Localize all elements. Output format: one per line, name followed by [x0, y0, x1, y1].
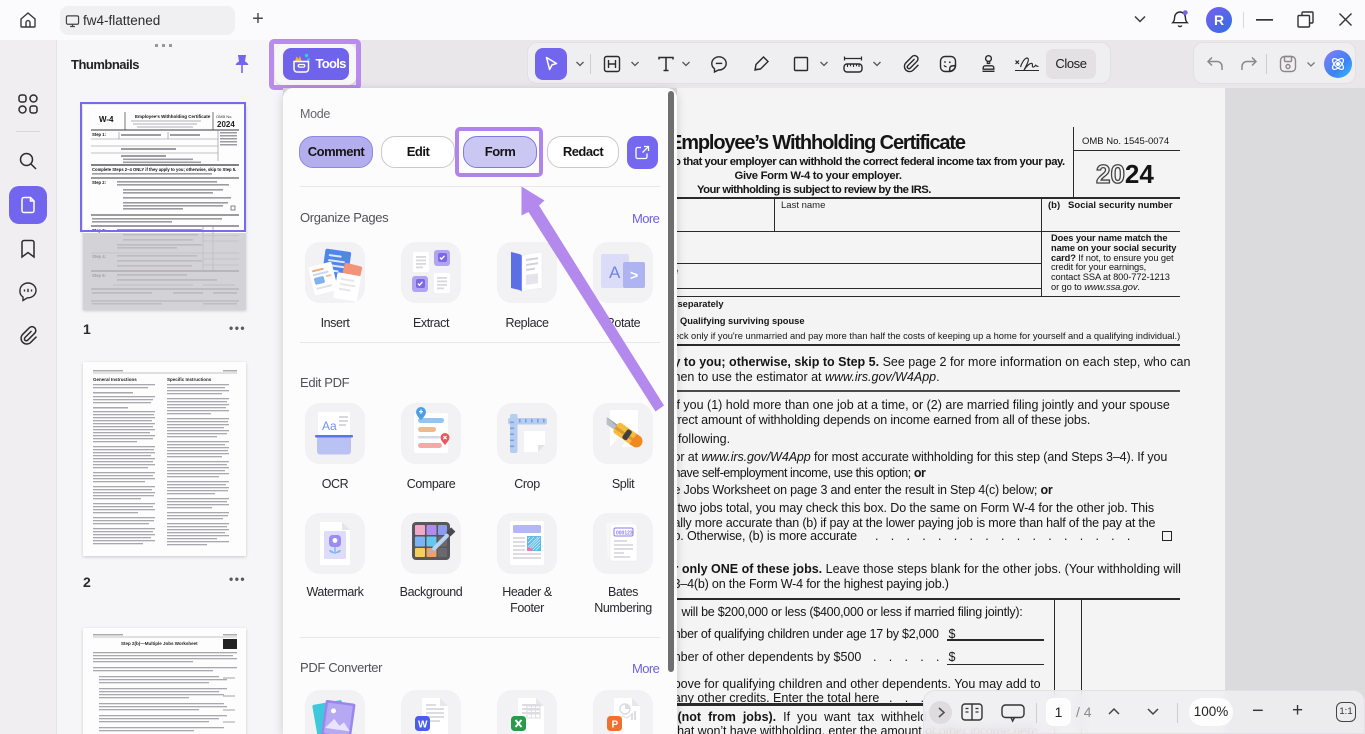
svg-text:Aa: Aa	[322, 419, 337, 433]
svg-text:W: W	[418, 720, 428, 731]
svg-text:A: A	[609, 263, 621, 282]
svg-text:General Instructions: General Instructions	[93, 377, 137, 382]
svg-text:Specific Instructions: Specific Instructions	[167, 377, 212, 382]
svg-text:>: >	[630, 267, 638, 283]
svg-text:000123: 000123	[616, 531, 633, 537]
svg-text:P: P	[612, 720, 619, 731]
svg-text:Step 2(b)—Multiple Jobs Worksh: Step 2(b)—Multiple Jobs Worksheet	[121, 641, 198, 646]
